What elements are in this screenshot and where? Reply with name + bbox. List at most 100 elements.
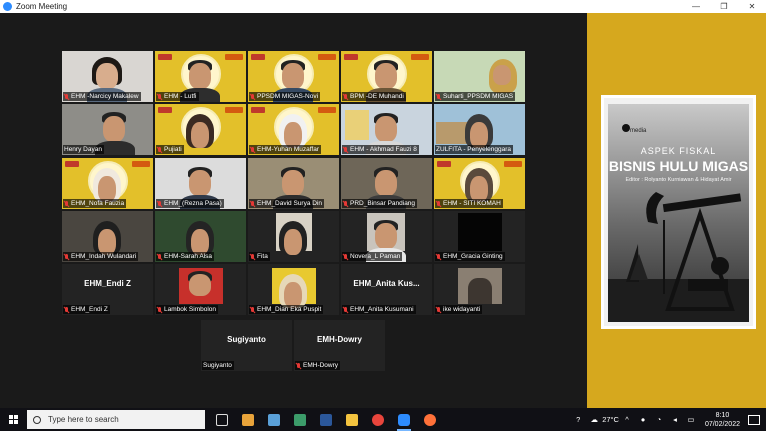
participant-tile[interactable]: EHM_(Rezna Pasa): [155, 158, 246, 209]
taskbar-app-icons: [209, 408, 443, 431]
participant-tile[interactable]: Henry Dayan: [62, 104, 153, 155]
participant-name-large: EHM_Anita Kus...: [353, 279, 420, 288]
participant-name: EHM -Narcicy Makalew: [63, 92, 141, 101]
book-cover: media ASPEK FISKAL BISNIS HULU MIGAS Edi…: [601, 95, 756, 329]
notification-center-icon[interactable]: [748, 414, 760, 425]
microphone-icon[interactable]: ●: [637, 415, 649, 424]
book-cover-image: media ASPEK FISKAL BISNIS HULU MIGAS Edi…: [608, 104, 749, 322]
participant-name: Fita: [249, 252, 270, 261]
migas-logo-icon: [225, 54, 243, 60]
mic-muted-icon: [343, 146, 348, 153]
taskbar-search-box[interactable]: Type here to search: [27, 410, 205, 429]
store-icon[interactable]: [287, 408, 313, 431]
participant-tile[interactable]: EMH-Dowry EMH-Dowry: [294, 320, 385, 371]
mic-muted-icon: [157, 93, 162, 100]
participant-name: EHM - Akhmad Fauzi 8: [342, 145, 419, 154]
ehm-logo-icon: [158, 107, 172, 113]
clock-date: 07/02/2022: [704, 420, 740, 428]
volume-icon[interactable]: ◂: [669, 415, 681, 424]
migas-logo-icon: [225, 107, 243, 113]
maximize-button[interactable]: ❐: [710, 0, 738, 13]
task-view-icon[interactable]: [209, 408, 235, 431]
participant-name: EHM_Gracia Ginting: [435, 252, 505, 261]
book-title-small: ASPEK FISKAL: [640, 146, 717, 156]
participant-tile[interactable]: EHM - SITI KOMAH: [434, 158, 525, 209]
participant-name: EHM_(Rezna Pasa): [156, 199, 224, 208]
participant-tile[interactable]: Fita: [248, 211, 339, 262]
clock-time: 8:10: [715, 411, 730, 419]
participant-tile[interactable]: BPM -DE Muhandi: [341, 51, 432, 102]
participant-tile-active-speaker[interactable]: ZULFITA - Penyelenggara: [434, 104, 525, 155]
person-face: [189, 170, 211, 196]
help-icon[interactable]: ?: [572, 415, 584, 424]
participant-name: PPSDM MIGAS-Novi: [249, 92, 321, 101]
person-face: [375, 223, 397, 249]
participant-tile[interactable]: EHM - Akhmad Fauzi 8: [341, 104, 432, 155]
migas-logo-icon: [132, 161, 150, 167]
mic-muted-icon: [250, 146, 255, 153]
participant-name: Pujiati: [156, 145, 184, 154]
participant-name: EHM_Anita Kusumani: [342, 305, 416, 314]
mic-muted-icon: [157, 200, 162, 207]
windows-logo-icon: [9, 415, 18, 424]
participant-tile[interactable]: Lambok Simbolon: [155, 264, 246, 315]
participant-tile[interactable]: PPSDM MIGAS-Novi: [248, 51, 339, 102]
participant-tile[interactable]: ike widayanti: [434, 264, 525, 315]
close-button[interactable]: ✕: [738, 0, 766, 13]
participant-name: EMH-Dowry: [295, 361, 341, 370]
participant-tile[interactable]: EHM_Indah Wulandari: [62, 211, 153, 262]
zoom-taskbar-icon[interactable]: [391, 408, 417, 431]
shared-screen-panel[interactable]: media ASPEK FISKAL BISNIS HULU MIGAS Edi…: [587, 13, 766, 408]
search-icon: [33, 415, 41, 424]
mic-muted-icon: [157, 306, 162, 313]
mic-muted-icon: [343, 200, 348, 207]
participant-tile[interactable]: EHM-Sarah Alsa: [155, 211, 246, 262]
participant-tile[interactable]: Pujiati: [155, 104, 246, 155]
participant-tile[interactable]: EHM_Endi Z EHM_Endi Z: [62, 264, 153, 315]
oil-pump-illustration: [608, 192, 749, 322]
minimize-button[interactable]: —: [682, 0, 710, 13]
weather-temperature[interactable]: 27°C: [602, 415, 619, 424]
person-face: [189, 63, 211, 89]
photos-icon[interactable]: [261, 408, 287, 431]
mic-muted-icon: [157, 146, 162, 153]
participant-tile[interactable]: EHM -Narcicy Makalew: [62, 51, 153, 102]
person-face: [191, 122, 209, 148]
battery-icon[interactable]: ▭: [685, 415, 697, 424]
participant-tile[interactable]: EHM_Dian Eka Puspit: [248, 264, 339, 315]
start-button[interactable]: [0, 408, 27, 431]
participant-tile[interactable]: EHM - Lutfi: [155, 51, 246, 102]
mic-muted-icon: [343, 93, 348, 100]
system-tray: ? ☁ 27°C ^ ● ◔ ◂ ▭ 8:10 07/02/2022: [570, 408, 766, 431]
mic-muted-icon: [343, 253, 348, 260]
participant-tile[interactable]: EHM_Anita Kus... EHM_Anita Kusumani: [341, 264, 432, 315]
participant-tile[interactable]: Sugiyanto Sugiyanto: [201, 320, 292, 371]
person-face: [189, 274, 211, 296]
person-face: [375, 116, 397, 142]
participant-tile[interactable]: PRD_Binsar Pandiang: [341, 158, 432, 209]
firefox-icon[interactable]: [417, 408, 443, 431]
window-controls: — ❐ ✕: [682, 0, 766, 13]
media-player-icon[interactable]: [235, 408, 261, 431]
word-icon[interactable]: [313, 408, 339, 431]
chrome-icon[interactable]: [365, 408, 391, 431]
network-icon[interactable]: ◔: [653, 415, 665, 424]
participant-tile[interactable]: Suharti_PPSDM MIGAS: [434, 51, 525, 102]
participant-tile[interactable]: EHM-Yuhan Muzaffar: [248, 104, 339, 155]
file-explorer-icon[interactable]: [339, 408, 365, 431]
participant-name: ike widayanti: [435, 305, 483, 314]
migas-logo-icon: [411, 54, 429, 60]
book-title: BISNIS HULU MIGAS: [608, 158, 749, 174]
mic-muted-icon: [436, 253, 441, 260]
weather-icon[interactable]: ☁: [588, 415, 600, 424]
participant-tile[interactable]: EHM_David Surya Din: [248, 158, 339, 209]
participant-name: EHM-Yuhan Muzaffar: [249, 145, 322, 154]
chevron-up-icon[interactable]: ^: [621, 415, 633, 424]
participant-tile[interactable]: EHM_Nofa Fauzia: [62, 158, 153, 209]
participant-name-large: Sugiyanto: [227, 335, 266, 344]
participant-name: EHM_Nofa Fauzia: [63, 199, 127, 208]
participant-tile[interactable]: Novera_L Paman: [341, 211, 432, 262]
participant-tile[interactable]: EHM_Gracia Ginting: [434, 211, 525, 262]
taskbar-clock[interactable]: 8:10 07/02/2022: [705, 411, 740, 429]
ehm-logo-icon: [437, 161, 451, 167]
